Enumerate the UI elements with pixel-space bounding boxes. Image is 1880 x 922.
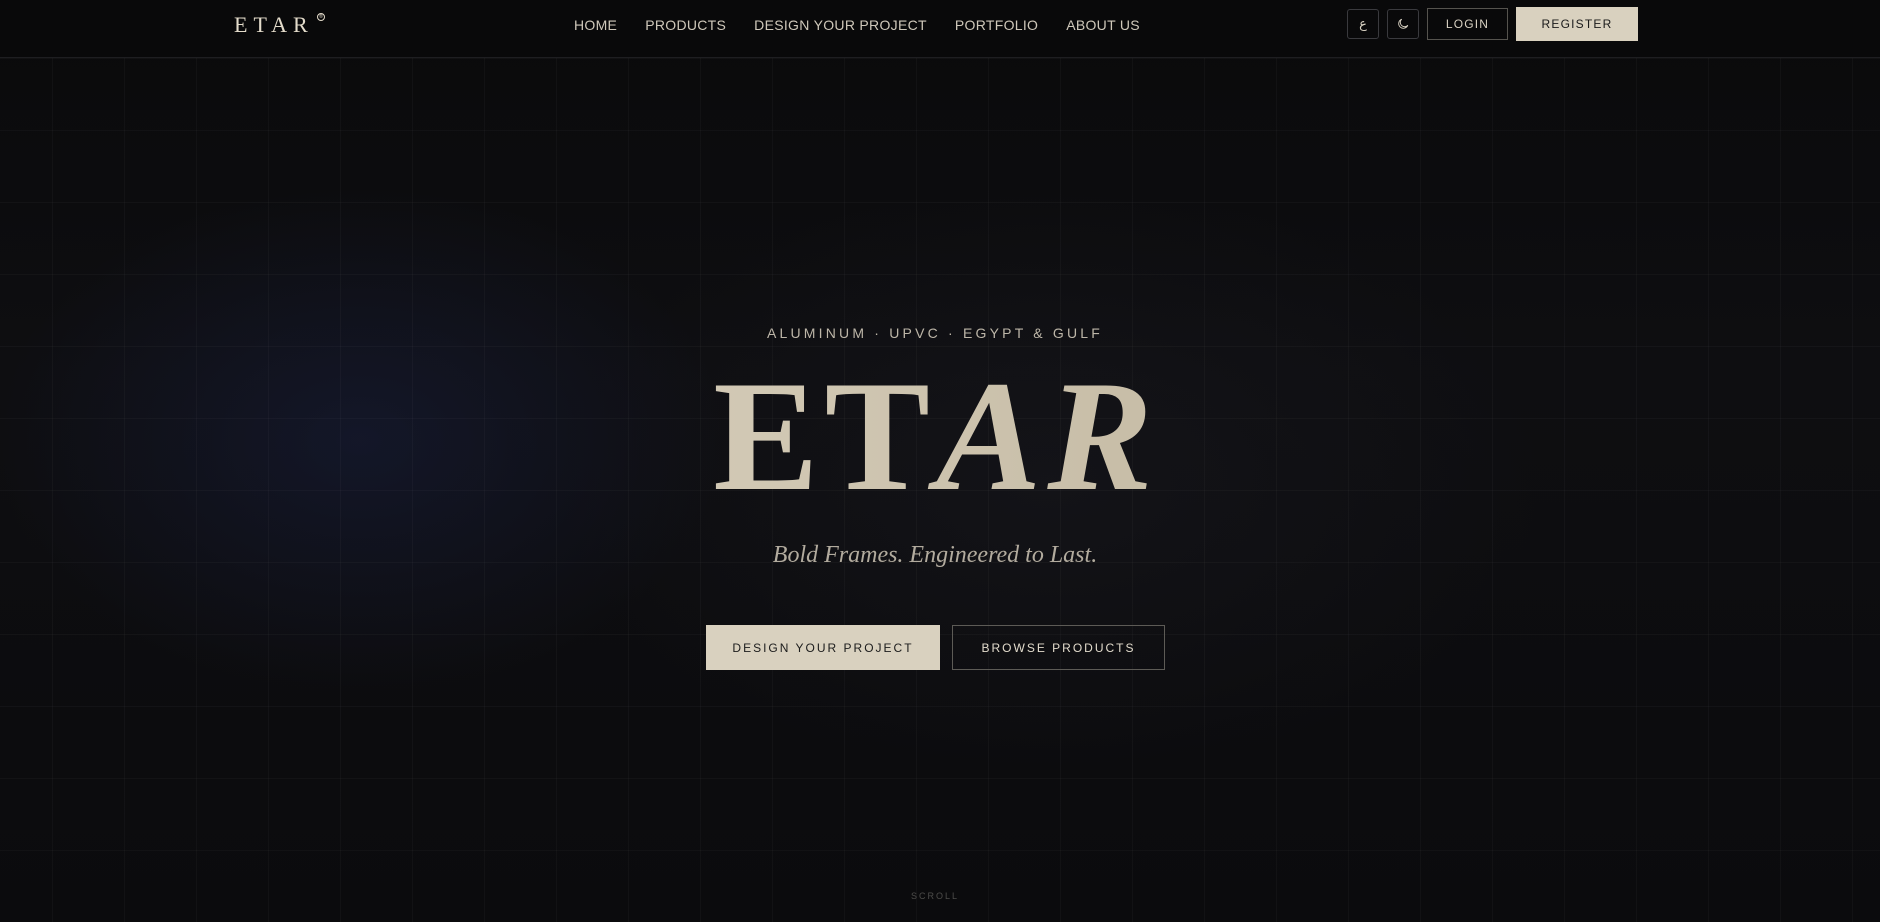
moon-icon: [1398, 18, 1409, 29]
registered-mark-icon: ®: [317, 13, 325, 21]
scroll-indicator[interactable]: SCROLL: [0, 891, 1870, 901]
logo[interactable]: ETAR: [234, 12, 314, 38]
language-glyph: ع: [1359, 16, 1367, 31]
main-nav: HOME PRODUCTS DESIGN YOUR PROJECT PORTFO…: [574, 17, 1140, 33]
browse-products-button[interactable]: BROWSE PRODUCTS: [952, 625, 1165, 670]
register-button[interactable]: REGISTER: [1516, 7, 1638, 41]
nav-item-about-us[interactable]: ABOUT US: [1066, 17, 1140, 33]
nav-item-home[interactable]: HOME: [574, 17, 617, 33]
hero-title-upright: ET: [713, 349, 936, 524]
login-button[interactable]: LOGIN: [1427, 8, 1508, 40]
nav-item-design-your-project[interactable]: DESIGN YOUR PROJECT: [754, 17, 927, 33]
hero-eyebrow: ALUMINUM · UPVC · EGYPT & GULF: [766, 325, 1104, 341]
design-your-project-button[interactable]: DESIGN YOUR PROJECT: [706, 625, 940, 670]
hero-title-italic: AR: [936, 349, 1159, 524]
hero-title: ETAR: [0, 352, 1872, 522]
nav-item-products[interactable]: PRODUCTS: [645, 17, 726, 33]
hero-tagline: Bold Frames. Engineered to Last.: [772, 542, 1098, 568]
nav-item-portfolio[interactable]: PORTFOLIO: [955, 17, 1038, 33]
theme-toggle-button[interactable]: [1387, 9, 1419, 39]
language-toggle-button[interactable]: ع: [1347, 9, 1379, 39]
site-header: ETAR ® HOME PRODUCTS DESIGN YOUR PROJECT…: [0, 0, 1880, 58]
